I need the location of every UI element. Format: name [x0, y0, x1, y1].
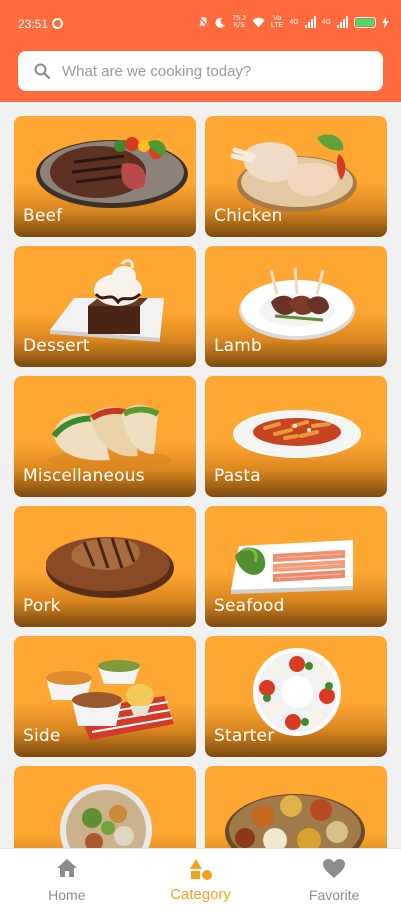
signal-icon: [337, 16, 348, 28]
category-list[interactable]: Beef Chicken Dessert Lamb Miscellaneous …: [0, 102, 401, 848]
category-card-side[interactable]: Side: [14, 636, 196, 757]
charging-icon: [382, 16, 389, 28]
category-label: Seafood: [214, 596, 285, 616]
moon-icon: [215, 17, 226, 28]
category-card-pasta[interactable]: Pasta: [205, 376, 387, 497]
category-label: Side: [23, 726, 61, 746]
status-icons: 75.2 K/S Vo LTE 4G 4G: [198, 15, 389, 29]
search-bar[interactable]: [18, 51, 383, 91]
status-bar: 23:51 75.2 K/S Vo LTE 4G 4G: [0, 0, 401, 48]
wifi-icon: [252, 17, 265, 27]
category-card-beef[interactable]: Beef: [14, 116, 196, 237]
category-card-partial-bowl[interactable]: [14, 766, 196, 848]
battery-icon: [354, 16, 376, 28]
category-card-chicken[interactable]: Chicken: [205, 116, 387, 237]
category-label: Lamb: [214, 336, 263, 356]
sim2-type: 4G: [321, 18, 331, 26]
nav-home[interactable]: Home: [0, 849, 134, 912]
category-label: Miscellaneous: [23, 466, 145, 486]
bottom-navigation: Home Category Favorite: [0, 848, 401, 912]
net-speed-value: 75.2: [232, 15, 246, 22]
volte-indicator: Vo LTE: [271, 15, 283, 29]
category-label: Starter: [214, 726, 275, 746]
category-icon: [189, 859, 212, 880]
heart-icon: [323, 859, 346, 878]
volte-bottom: LTE: [270, 22, 284, 29]
nav-category[interactable]: Category: [134, 849, 268, 912]
mute-icon: [198, 16, 209, 28]
notification-icon: [52, 18, 63, 29]
category-card-seafood[interactable]: Seafood: [205, 506, 387, 627]
category-card-pork[interactable]: Pork: [14, 506, 196, 627]
nav-favorite-label: Favorite: [308, 887, 360, 903]
category-label: Dessert: [23, 336, 90, 356]
sim1-type: 4G: [289, 18, 299, 26]
thali-platter-image: [225, 794, 365, 848]
category-card-partial-thali[interactable]: [205, 766, 387, 848]
network-speed: 75.2 K/S: [232, 15, 246, 29]
search-input[interactable]: [62, 51, 372, 91]
status-time: 23:51: [18, 17, 49, 31]
category-label: Pasta: [214, 466, 261, 486]
category-card-miscellaneous[interactable]: Miscellaneous: [14, 376, 196, 497]
category-card-starter[interactable]: Starter: [205, 636, 387, 757]
signal-icon: [304, 16, 316, 28]
category-label: Pork: [23, 596, 61, 616]
app-header: 23:51 75.2 K/S Vo LTE 4G 4G: [0, 0, 401, 102]
category-label: Chicken: [214, 206, 283, 226]
category-grid: Beef Chicken Dessert Lamb Miscellaneous …: [14, 116, 387, 848]
category-card-lamb[interactable]: Lamb: [205, 246, 387, 367]
search-icon: [34, 63, 50, 79]
bowl-salad-image: [60, 784, 152, 848]
category-label: Beef: [23, 206, 63, 226]
nav-home-label: Home: [48, 887, 86, 903]
nav-category-label: Category: [170, 886, 231, 903]
net-speed-unit: K/S: [233, 22, 245, 29]
volte-top: Vo: [273, 15, 282, 22]
category-card-dessert[interactable]: Dessert: [14, 246, 196, 367]
home-icon: [56, 859, 77, 877]
nav-favorite[interactable]: Favorite: [267, 849, 401, 912]
